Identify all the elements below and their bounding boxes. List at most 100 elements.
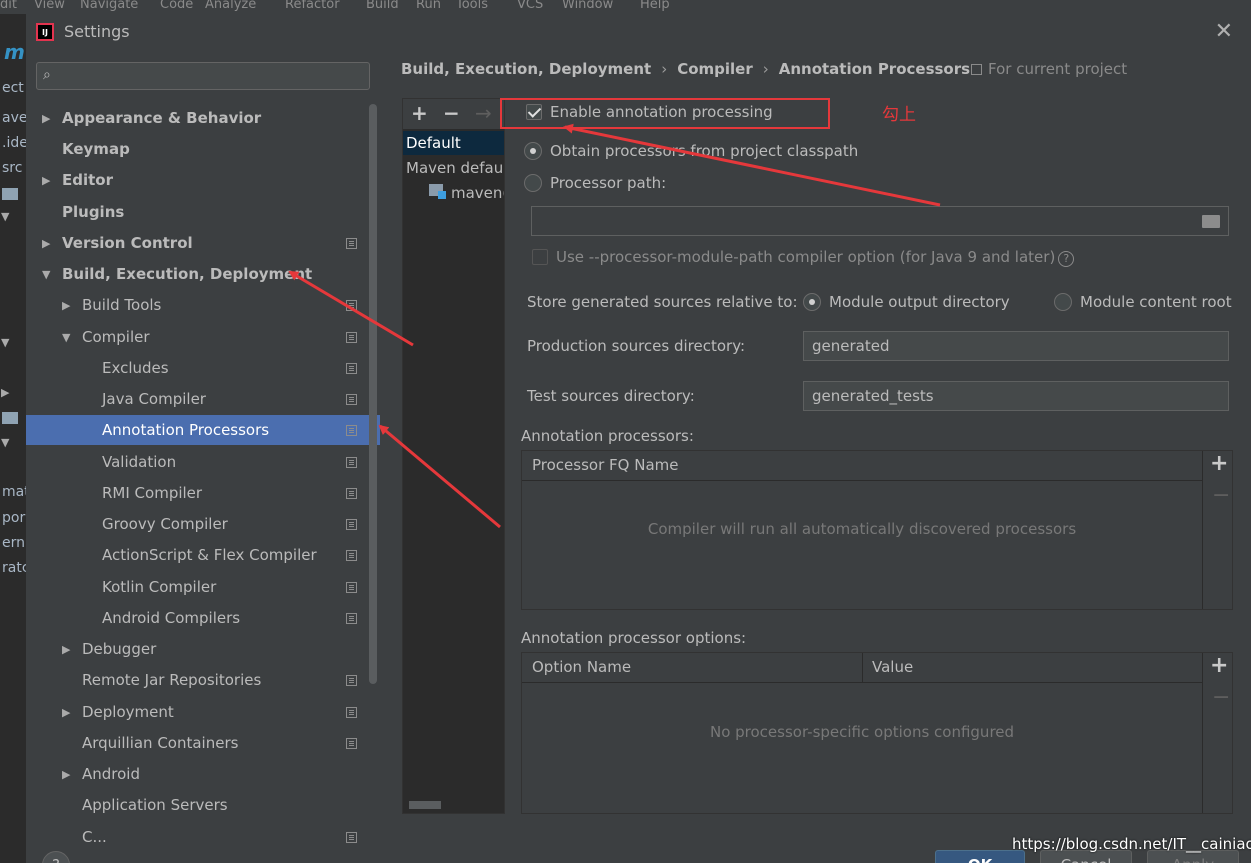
- close-icon[interactable]: ✕: [1215, 19, 1233, 44]
- profiles-scrollbar[interactable]: [409, 801, 441, 809]
- sidebar-item-annotation-processors[interactable]: Annotation Processors: [26, 415, 380, 445]
- sidebar-item-application-servers[interactable]: Application Servers: [26, 790, 380, 820]
- remove-option-button[interactable]: −: [1212, 685, 1230, 710]
- processor-options-table[interactable]: Option Name Value No processor-specific …: [521, 652, 1233, 814]
- sidebar-scrollbar[interactable]: [369, 104, 377, 684]
- sidebar-item-android[interactable]: ▶ Android: [26, 759, 380, 789]
- processor-module-path-checkbox[interactable]: [532, 249, 548, 265]
- production-sources-field[interactable]: generated: [803, 331, 1229, 361]
- menu-build[interactable]: Build: [366, 0, 399, 12]
- menu-refactor[interactable]: Refactor: [285, 0, 340, 12]
- sidebar-item-android-compilers[interactable]: Android Compilers: [26, 603, 380, 633]
- processors-table[interactable]: Processor FQ Name Compiler will run all …: [521, 450, 1233, 610]
- move-to-profile-button[interactable]: →: [475, 101, 492, 125]
- maven-logo-icon: m: [4, 40, 25, 64]
- collapse-arrow-icon[interactable]: ▶: [62, 768, 70, 781]
- sidebar-item-editor[interactable]: ▶ Editor: [26, 165, 380, 195]
- add-option-button[interactable]: +: [1210, 653, 1228, 678]
- collapse-arrow-icon[interactable]: ▶: [62, 643, 70, 656]
- menu-edit[interactable]: dit: [0, 0, 17, 12]
- module-output-directory-radio[interactable]: [803, 293, 821, 311]
- remove-profile-button[interactable]: −: [443, 101, 460, 125]
- menu-help[interactable]: Help: [640, 0, 670, 12]
- browse-folder-icon[interactable]: [1202, 215, 1220, 228]
- column-divider[interactable]: [862, 653, 863, 683]
- sidebar-item-arquillian-containers[interactable]: Arquillian Containers: [26, 728, 380, 758]
- add-processor-button[interactable]: +: [1210, 451, 1228, 476]
- sidebar-item-keymap[interactable]: Keymap: [26, 134, 380, 164]
- collapse-arrow-icon[interactable]: ▶: [62, 706, 70, 719]
- menu-navigate[interactable]: Navigate: [80, 0, 138, 12]
- breadcrumb-separator: ›: [762, 60, 769, 78]
- intellij-logo-icon: IJ: [36, 23, 54, 41]
- breadcrumb-part: Build, Execution, Deployment: [401, 60, 652, 78]
- sidebar-item-debugger[interactable]: ▶ Debugger: [26, 634, 380, 664]
- sidebar-item-deployment[interactable]: ▶ Deployment: [26, 697, 380, 727]
- sidebar-item-remote-jar-repositories[interactable]: Remote Jar Repositories: [26, 665, 380, 695]
- menu-tools[interactable]: Tools: [456, 0, 488, 12]
- collapse-arrow-icon[interactable]: ▶: [42, 174, 50, 187]
- value-column[interactable]: Value: [872, 658, 913, 676]
- sidebar-item-version-control[interactable]: ▶ Version Control: [26, 228, 380, 258]
- sidebar-item-cut-off[interactable]: C...: [26, 822, 380, 849]
- processor-path-label[interactable]: Processor path:: [550, 174, 666, 192]
- options-table-header: Option Name Value: [522, 653, 1202, 683]
- option-name-column[interactable]: Option Name: [532, 658, 631, 676]
- search-input[interactable]: ⌕: [36, 62, 370, 90]
- expand-arrow-icon[interactable]: ▼: [62, 331, 70, 344]
- sidebar-item-excludes[interactable]: Excludes: [26, 353, 380, 383]
- module-output-directory-label[interactable]: Module output directory: [829, 293, 1010, 311]
- expand-arrow-icon[interactable]: ▼: [1, 210, 9, 223]
- profile-item-module[interactable]: maven(: [403, 181, 504, 205]
- sidebar-item-java-compiler[interactable]: Java Compiler: [26, 384, 380, 414]
- processor-fq-name-column[interactable]: Processor FQ Name: [532, 456, 678, 474]
- add-profile-button[interactable]: +: [411, 101, 428, 125]
- sidebar-item-rmi-compiler[interactable]: RMI Compiler: [26, 478, 380, 508]
- sidebar-item-plugins[interactable]: Plugins: [26, 197, 380, 227]
- processor-path-radio[interactable]: [524, 174, 542, 192]
- profile-item-default[interactable]: Default: [403, 131, 504, 155]
- expand-arrow-icon[interactable]: ▼: [1, 436, 9, 449]
- collapse-arrow-icon[interactable]: ▶: [42, 237, 50, 250]
- menu-view[interactable]: View: [34, 0, 65, 12]
- sidebar-item-build-execution-deployment[interactable]: ▼ Build, Execution, Deployment: [26, 259, 380, 289]
- module-content-root-radio[interactable]: [1054, 293, 1072, 311]
- project-fragment: ect: [2, 80, 24, 96]
- collapse-arrow-icon[interactable]: ▶: [62, 299, 70, 312]
- test-sources-field[interactable]: generated_tests: [803, 381, 1229, 411]
- module-content-root-label[interactable]: Module content root: [1080, 293, 1232, 311]
- sidebar-item-build-tools[interactable]: ▶ Build Tools: [26, 290, 380, 320]
- profile-item-maven-default[interactable]: Maven default: [403, 156, 504, 180]
- production-sources-label: Production sources directory:: [527, 337, 746, 355]
- collapse-arrow-icon[interactable]: ▶: [1, 386, 9, 399]
- sidebar-item-actionscript-flex-compiler[interactable]: ActionScript & Flex Compiler: [26, 540, 380, 570]
- expand-arrow-icon[interactable]: ▼: [1, 336, 9, 349]
- sidebar-item-groovy-compiler[interactable]: Groovy Compiler: [26, 509, 380, 539]
- sidebar-item-label: Deployment: [82, 703, 174, 721]
- obtain-from-classpath-radio[interactable]: [524, 142, 542, 160]
- expand-arrow-icon[interactable]: ▼: [42, 268, 50, 281]
- sidebar-item-compiler[interactable]: ▼ Compiler: [26, 322, 380, 352]
- sidebar-item-validation[interactable]: Validation: [26, 447, 380, 477]
- highlight-box: [500, 98, 830, 129]
- menu-run[interactable]: Run: [416, 0, 441, 12]
- ide-menubar: dit View Navigate Code Analyze Refactor …: [0, 0, 1251, 14]
- menu-vcs[interactable]: VCS: [517, 0, 543, 12]
- menu-code[interactable]: Code: [160, 0, 193, 12]
- sidebar-item-appearance[interactable]: ▶ Appearance & Behavior: [26, 103, 380, 133]
- processor-path-field[interactable]: [531, 206, 1229, 236]
- collapse-arrow-icon[interactable]: ▶: [42, 112, 50, 125]
- help-icon[interactable]: ?: [1058, 251, 1075, 267]
- sidebar-item-kotlin-compiler[interactable]: Kotlin Compiler: [26, 572, 380, 602]
- menu-analyze[interactable]: Analyze: [205, 0, 256, 12]
- help-button[interactable]: ?: [42, 851, 70, 863]
- menu-window[interactable]: Window: [562, 0, 613, 12]
- dialog-titlebar[interactable]: IJ Settings ✕: [26, 14, 1251, 49]
- project-scope-icon: [346, 612, 357, 624]
- remove-processor-button[interactable]: −: [1212, 483, 1230, 508]
- sidebar-item-label: Keymap: [62, 140, 130, 158]
- sidebar-item-label: Application Servers: [82, 796, 228, 814]
- obtain-from-classpath-label[interactable]: Obtain processors from project classpath: [550, 142, 858, 160]
- processor-module-path-label[interactable]: Use --processor-module-path compiler opt…: [556, 248, 1075, 267]
- dialog-title: Settings: [64, 22, 130, 41]
